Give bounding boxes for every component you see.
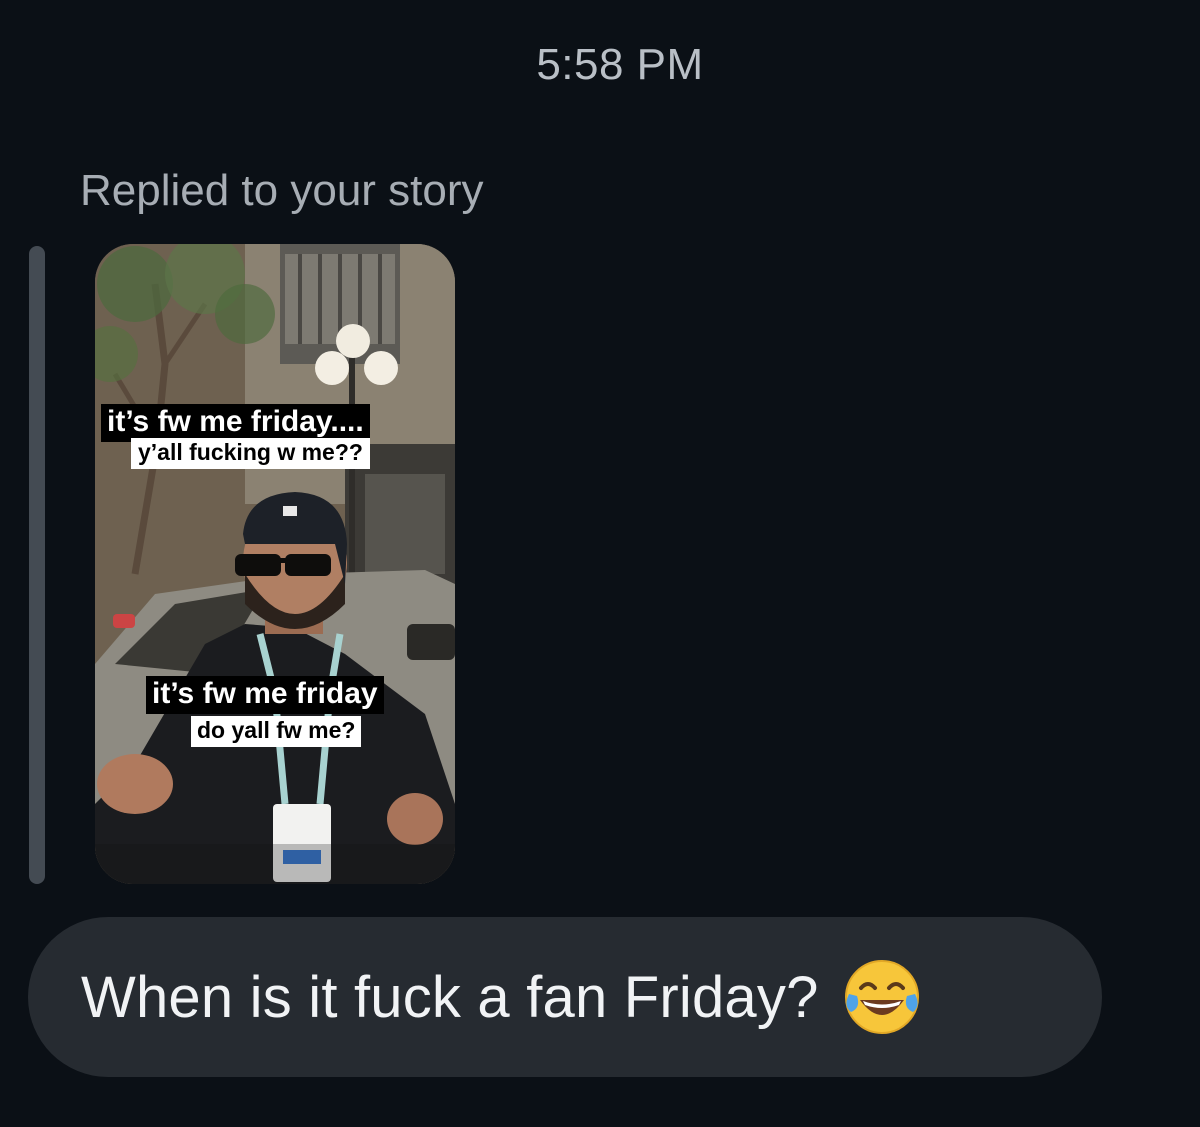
story-caption-top: it’s fw me friday....: [101, 404, 370, 442]
message-bubble[interactable]: When is it fuck a fan Friday?: [28, 917, 1102, 1077]
story-caption-top-sub: y’all fucking w me??: [131, 438, 370, 469]
story-caption-bottom: it’s fw me friday: [146, 676, 384, 714]
message-text: When is it fuck a fan Friday?: [81, 964, 819, 1030]
story-photo: [95, 244, 455, 884]
story-reply-label: Replied to your story: [80, 166, 484, 215]
reply-indicator-bar: [29, 246, 45, 884]
face-with-tears-of-joy-icon: [841, 956, 923, 1038]
story-thumbnail[interactable]: [95, 244, 455, 884]
story-caption-bottom-sub: do yall fw me?: [191, 716, 362, 747]
message-timestamp: 5:58 PM: [536, 40, 704, 89]
